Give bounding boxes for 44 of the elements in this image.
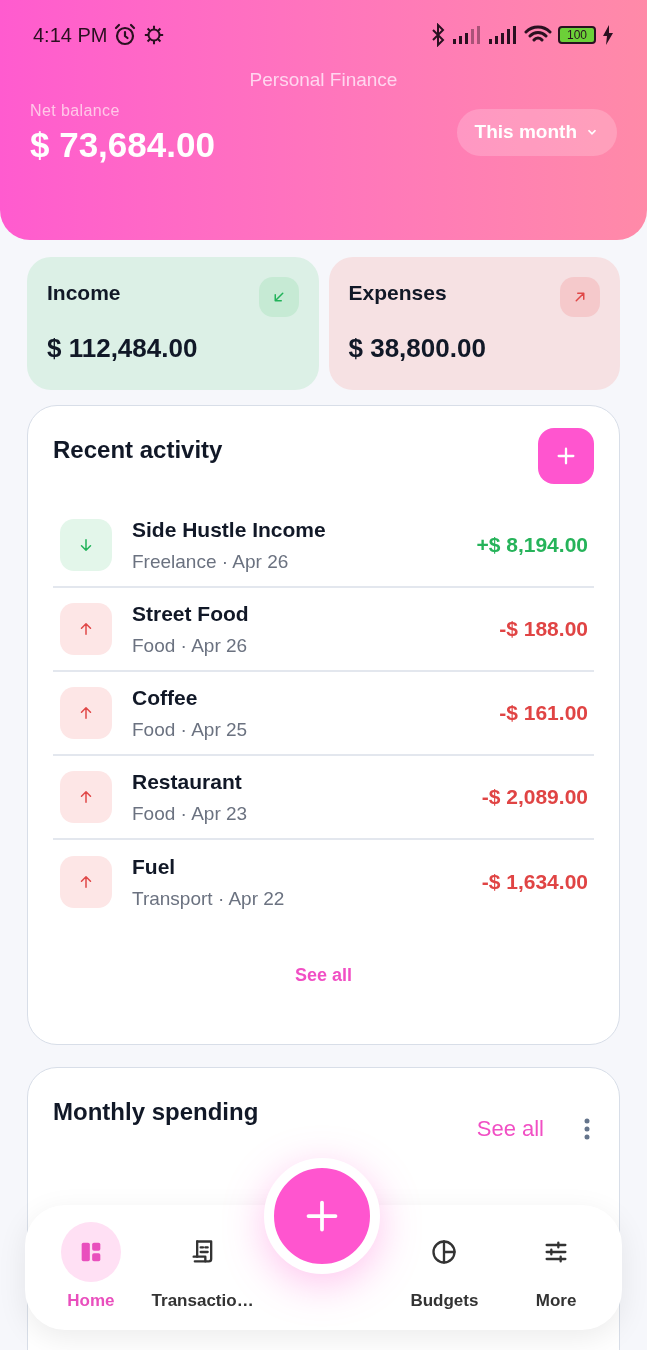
nav-tab[interactable]: Budgets bbox=[388, 1221, 501, 1314]
transaction-meta: Food · Apr 26 bbox=[132, 633, 249, 658]
transaction-meta: Food · Apr 23 bbox=[132, 801, 249, 826]
transaction-row[interactable]: Side Hustle Income Freelance · Apr 26 +$ 8,194.00 bbox=[53, 504, 594, 588]
bluetooth-icon bbox=[430, 23, 446, 47]
status-time: 4:14 PM bbox=[33, 23, 108, 48]
transaction-row[interactable]: Street Food Food · Apr 26 -$ 188.00 bbox=[53, 588, 594, 672]
card-amount: $ 112,484.00 bbox=[47, 332, 199, 365]
transaction-amount: +$ 8,194.00 bbox=[476, 532, 588, 559]
card-label: Expenses bbox=[348, 280, 447, 306]
transaction-meta: Transport · Apr 22 bbox=[132, 886, 286, 911]
transaction-name: Fuel bbox=[132, 854, 177, 880]
plus-icon bbox=[555, 445, 577, 467]
card-label: Income bbox=[47, 280, 121, 306]
signal-icon bbox=[452, 25, 482, 45]
alarm-icon bbox=[113, 23, 138, 47]
more-icon[interactable] bbox=[584, 1117, 590, 1140]
section-title: Recent activity bbox=[53, 435, 223, 465]
plus-icon bbox=[304, 1198, 340, 1234]
transaction-row[interactable]: Fuel Transport · Apr 22 -$ 1,634.00 bbox=[53, 840, 594, 924]
transaction-amount: -$ 1,634.00 bbox=[481, 869, 588, 896]
add-button[interactable] bbox=[538, 428, 594, 484]
balance-label: Net balance bbox=[30, 100, 121, 121]
transaction-amount: -$ 161.00 bbox=[499, 700, 588, 727]
transaction-name: Side Hustle Income bbox=[132, 517, 327, 543]
transaction-name: Coffee bbox=[132, 685, 199, 711]
transaction-amount: -$ 2,089.00 bbox=[481, 784, 588, 811]
app-title: Personal Finance bbox=[248, 68, 399, 92]
signal-icon bbox=[488, 25, 518, 45]
battery-icon: 100 bbox=[558, 26, 596, 44]
transaction-meta: Freelance · Apr 26 bbox=[132, 549, 290, 574]
nav-tab[interactable]: More bbox=[500, 1221, 612, 1314]
pie-chart-icon bbox=[430, 1237, 459, 1266]
transaction-meta: Food · Apr 25 bbox=[132, 717, 249, 742]
transaction-name: Restaurant bbox=[132, 769, 243, 795]
section-title: Monthly spending bbox=[53, 1097, 259, 1127]
nav-tab[interactable]: Transactio… bbox=[146, 1221, 259, 1314]
card-amount: $ 38,800.00 bbox=[348, 332, 487, 365]
balance-amount: $ 73,684.00 bbox=[30, 123, 215, 166]
transaction-row[interactable]: Restaurant Food · Apr 23 -$ 2,089.00 bbox=[53, 756, 594, 840]
lightning-icon bbox=[602, 25, 614, 45]
transaction-name: Street Food bbox=[132, 601, 250, 627]
transaction-amount: -$ 188.00 bbox=[499, 616, 588, 643]
transaction-row[interactable]: Coffee Food · Apr 25 -$ 161.00 bbox=[53, 672, 594, 756]
